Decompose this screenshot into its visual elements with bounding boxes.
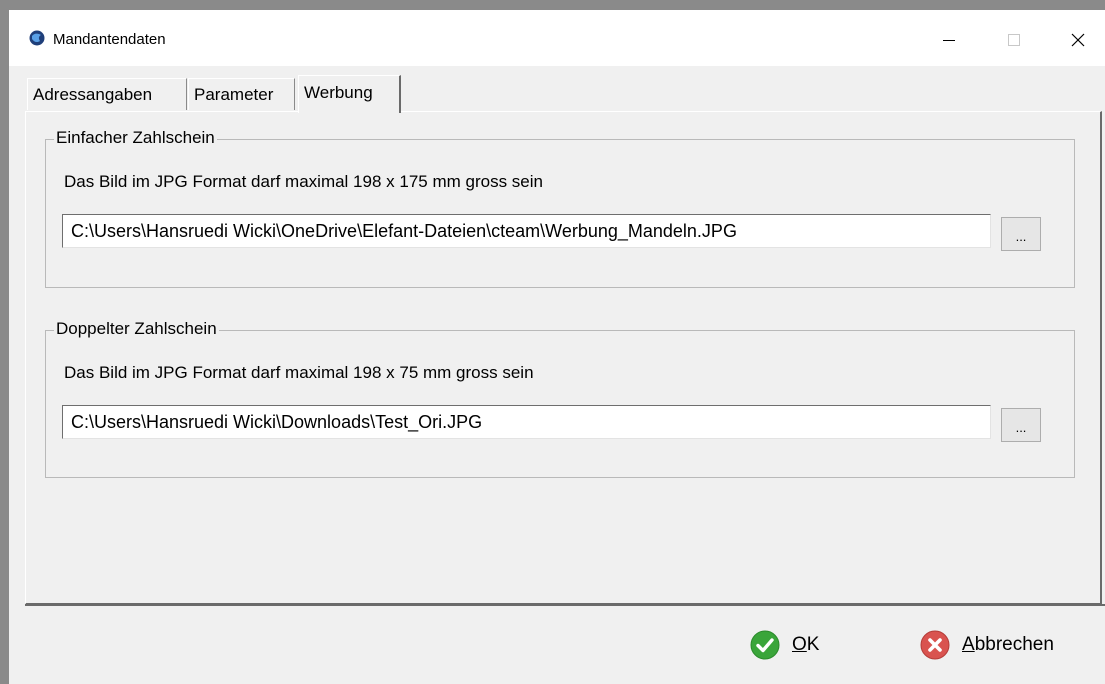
ok-label: OK bbox=[792, 634, 819, 656]
ok-accelerator: O bbox=[792, 634, 807, 655]
group-description: Das Bild im JPG Format darf maximal 198 … bbox=[64, 363, 534, 382]
cancel-button[interactable]: Abbrechen bbox=[920, 628, 1054, 662]
dialog-client-area: Adressangaben Parameter Werbung Einfache… bbox=[9, 66, 1105, 684]
group-doppelter-zahlschein: Doppelter Zahlschein Das Bild im JPG For… bbox=[45, 318, 1075, 478]
minimize-button[interactable] bbox=[924, 20, 974, 60]
browse-button[interactable]: ... bbox=[1001, 217, 1041, 251]
maximize-icon bbox=[1008, 34, 1020, 46]
tab-parameter[interactable]: Parameter bbox=[188, 78, 295, 110]
close-button[interactable] bbox=[1053, 20, 1103, 60]
minimize-icon bbox=[943, 40, 955, 41]
browse-button[interactable]: ... bbox=[1001, 408, 1041, 442]
cancel-label-rest: bbrechen bbox=[974, 634, 1054, 655]
tab-werbung[interactable]: Werbung bbox=[298, 75, 401, 113]
title-bar[interactable]: Mandantendaten bbox=[9, 10, 1105, 66]
cancel-accelerator: A bbox=[962, 634, 975, 655]
close-icon bbox=[1071, 33, 1085, 47]
panel-bottom-edge bbox=[25, 604, 1105, 606]
ok-label-rest: K bbox=[806, 634, 820, 655]
dialog-window: Mandantendaten Adressangaben Parameter W… bbox=[0, 0, 1105, 684]
x-circle-icon bbox=[920, 630, 950, 660]
group-legend: Doppelter Zahlschein bbox=[54, 318, 219, 340]
image-path-input[interactable] bbox=[62, 214, 991, 248]
tab-adressangaben[interactable]: Adressangaben bbox=[27, 78, 187, 110]
image-path-input[interactable] bbox=[62, 405, 991, 439]
group-einfacher-zahlschein: Einfacher Zahlschein Das Bild im JPG For… bbox=[45, 127, 1075, 288]
window-title: Mandantendaten bbox=[53, 31, 166, 48]
window-left-border bbox=[0, 10, 9, 684]
check-circle-icon bbox=[750, 630, 780, 660]
group-description: Das Bild im JPG Format darf maximal 198 … bbox=[64, 172, 543, 191]
app-globe-icon bbox=[29, 30, 45, 46]
group-legend: Einfacher Zahlschein bbox=[54, 127, 217, 149]
maximize-button[interactable] bbox=[989, 20, 1039, 60]
window-top-border bbox=[0, 0, 1105, 10]
ok-button[interactable]: OK bbox=[750, 628, 819, 662]
cancel-label: Abbrechen bbox=[962, 634, 1054, 656]
